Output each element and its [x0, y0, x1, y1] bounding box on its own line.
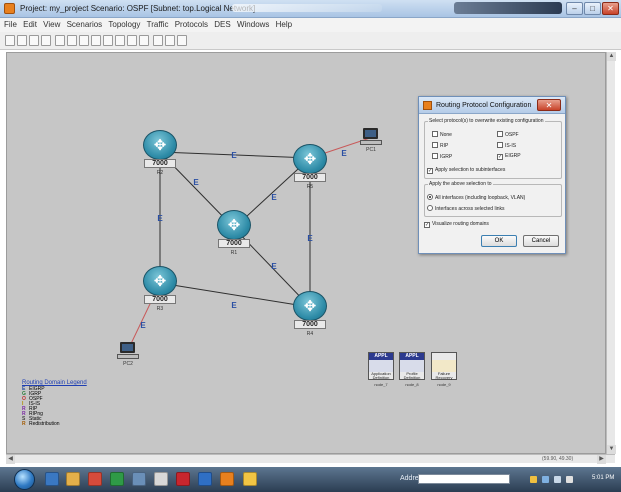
- checkbox-none[interactable]: None: [432, 131, 452, 138]
- link-label: E: [271, 193, 277, 202]
- router-model: 7000: [144, 295, 176, 304]
- legend-item: R Redistribution: [22, 421, 60, 427]
- tray-icon[interactable]: [542, 476, 549, 483]
- radio-all-interfaces[interactable]: All interfaces (including loopback, VLAN…: [427, 194, 525, 201]
- pdf-icon[interactable]: [176, 472, 190, 486]
- network-icon[interactable]: [554, 476, 561, 483]
- checkbox-visualize[interactable]: ✓ Visualize routing domains: [424, 221, 489, 228]
- router-r5[interactable]: ✥ 7000 R5: [293, 144, 327, 190]
- pc-pc1[interactable]: PC1: [360, 128, 382, 158]
- router-r1[interactable]: ✥ 7000 R1: [217, 210, 251, 256]
- opnet-icon[interactable]: [220, 472, 234, 486]
- checkbox-isis[interactable]: IS-IS: [497, 142, 516, 149]
- router-name: R4: [306, 331, 314, 337]
- media-icon[interactable]: [88, 472, 102, 486]
- node-name: node_8: [405, 382, 419, 387]
- dialog-title-bar[interactable]: Routing Protocol Configuration ✕: [419, 97, 565, 114]
- router-name: R1: [230, 250, 238, 256]
- start-button[interactable]: [14, 469, 35, 490]
- router-r4[interactable]: ✥ 7000 R4: [293, 291, 327, 337]
- radio-selected-links[interactable]: Interfaces across selected links: [427, 205, 504, 212]
- ok-button[interactable]: OK: [481, 235, 517, 247]
- link-label: E: [231, 151, 237, 160]
- address-input[interactable]: [418, 474, 510, 484]
- word-icon[interactable]: [198, 472, 212, 486]
- cancel-button[interactable]: Cancel: [523, 235, 559, 247]
- failure-recovery-node[interactable]: Failure Recovery: [431, 352, 457, 380]
- apply-group-label: Apply the above selection to: [429, 181, 492, 187]
- checkbox-subinterfaces[interactable]: ✓ Apply selection to subinterfaces: [427, 167, 505, 174]
- router-model: 7000: [294, 173, 326, 182]
- checkbox-eigrp[interactable]: ✓ EIGRP: [497, 153, 521, 160]
- router-name: R2: [156, 170, 164, 176]
- app-icon[interactable]: [132, 472, 146, 486]
- pc-name: PC1: [366, 147, 376, 153]
- checkbox-rip[interactable]: RIP: [432, 142, 448, 149]
- router-model: 7000: [144, 159, 176, 168]
- dialog-title: Routing Protocol Configuration: [436, 102, 532, 109]
- link-label: E: [307, 234, 313, 243]
- link-label: E: [157, 214, 163, 223]
- router-r2[interactable]: ✥ 7000 R2: [143, 130, 177, 176]
- protocol-group-label: Select protocol(s) to overwrite existing…: [429, 118, 544, 124]
- router-name: R3: [156, 306, 164, 312]
- checkbox-igrp[interactable]: IGRP: [432, 153, 452, 160]
- computer-icon: [120, 342, 135, 353]
- dialog-close-button[interactable]: ✕: [537, 99, 561, 111]
- document-icon[interactable]: [154, 472, 168, 486]
- clock: 5:01 PM: [592, 475, 615, 481]
- checkbox-ospf[interactable]: OSPF: [497, 131, 519, 138]
- router-model: 7000: [218, 239, 250, 248]
- node-name: node_7: [374, 382, 388, 387]
- node-name: node_9: [437, 382, 451, 387]
- router-model: 7000: [294, 320, 326, 329]
- router-r3[interactable]: ✥ 7000 R3: [143, 266, 177, 312]
- profile-definition-node[interactable]: APPL Profile Definition: [399, 352, 425, 380]
- app-icon: [423, 101, 432, 110]
- paint-icon[interactable]: [243, 472, 257, 486]
- explorer-icon[interactable]: [45, 472, 59, 486]
- volume-icon[interactable]: [566, 476, 573, 483]
- link-label: E: [271, 262, 277, 271]
- cursor-coordinates: (59.90, 49.30): [542, 456, 574, 462]
- routing-domain-legend: Routing Domain Legend E EIGRP G IGRP O OSPF…: [22, 380, 102, 427]
- link-label: E: [193, 178, 199, 187]
- link-label: E: [140, 321, 146, 330]
- computer-icon: [363, 128, 378, 139]
- pc-pc2[interactable]: PC2: [117, 342, 139, 372]
- folder-icon[interactable]: [66, 472, 80, 486]
- pc-name: PC2: [123, 361, 133, 367]
- taskbar: Address 5:01 PM: [0, 467, 621, 492]
- routing-protocol-dialog: Routing Protocol Configuration ✕ Select …: [418, 96, 566, 254]
- browser-icon[interactable]: [110, 472, 124, 486]
- link-label: E: [341, 149, 347, 158]
- application-definition-node[interactable]: APPL Application Definition: [368, 352, 394, 380]
- link-label: E: [231, 301, 237, 310]
- tray-icon[interactable]: [530, 476, 537, 483]
- router-name: R5: [306, 184, 314, 190]
